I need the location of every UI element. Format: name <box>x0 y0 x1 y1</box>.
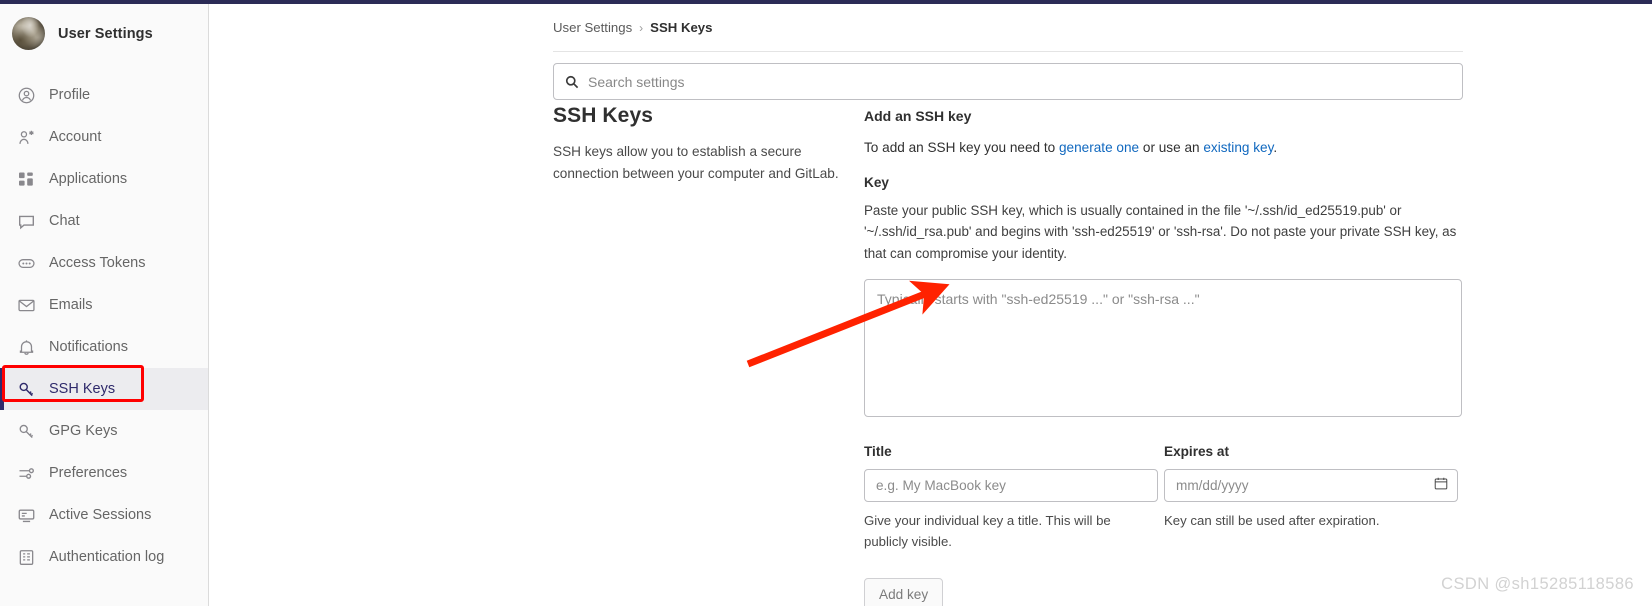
form-lead-suffix: . <box>1273 140 1278 155</box>
sidebar-item-label: Applications <box>49 171 128 187</box>
title-input[interactable] <box>864 469 1158 503</box>
ssh-keys-section-intro: SSH Keys SSH keys allow you to establish… <box>553 104 843 185</box>
breadcrumb-current: SSH Keys <box>650 20 713 35</box>
search-settings-field[interactable] <box>553 63 1463 100</box>
sidebar-nav-list: Profile Account Applications Chat Access… <box>0 74 208 578</box>
form-lead-text: To add an SSH key you need to generate o… <box>864 140 1464 155</box>
sidebar-item-access-tokens[interactable]: Access Tokens <box>0 242 208 284</box>
page-root: User Settings Profile Account Applicatio… <box>0 0 1652 606</box>
user-circle-icon <box>17 86 35 104</box>
sidebar-item-notifications[interactable]: Notifications <box>0 326 208 368</box>
form-heading: Add an SSH key <box>864 108 972 124</box>
breadcrumb-parent-link[interactable]: User Settings <box>553 20 632 35</box>
avatar <box>12 17 45 50</box>
sidebar-item-label: Account <box>49 129 102 145</box>
search-input[interactable] <box>579 64 1462 99</box>
sidebar-item-chat[interactable]: Chat <box>0 200 208 242</box>
title-field-hint: Give your individual key a title. This w… <box>864 513 1111 549</box>
title-field-label: Title <box>864 444 892 460</box>
key-field-help: Paste your public SSH key, which is usua… <box>864 203 1457 261</box>
header-divider <box>553 51 1463 52</box>
sidebar-item-account[interactable]: Account <box>0 116 208 158</box>
sidebar-item-preferences[interactable]: Preferences <box>0 452 208 494</box>
key-icon <box>17 380 35 398</box>
sliders-icon <box>17 464 35 482</box>
search-icon <box>565 75 579 89</box>
page-title: SSH Keys <box>553 104 654 127</box>
token-pill-icon <box>17 254 35 272</box>
sidebar-item-active-sessions[interactable]: Active Sessions <box>0 494 208 536</box>
chat-bubble-icon <box>17 212 35 230</box>
sidebar-item-label: SSH Keys <box>49 381 116 397</box>
main-content: User Settings › SSH Keys SSH Keys SSH ke… <box>210 4 1652 606</box>
expires-field-label: Expires at <box>1164 444 1229 460</box>
sidebar-item-label: Preferences <box>49 465 128 481</box>
sidebar-item-label: Active Sessions <box>49 507 152 523</box>
form-lead-middle: or use an <box>1139 140 1204 155</box>
sidebar-item-gpg-keys[interactable]: GPG Keys <box>0 410 208 452</box>
sidebar-item-applications[interactable]: Applications <box>0 158 208 200</box>
key-field-label: Key <box>864 175 889 190</box>
sidebar-item-ssh-keys[interactable]: SSH Keys <box>0 368 208 410</box>
sidebar-item-label: Chat <box>49 213 80 229</box>
expires-date-input[interactable] <box>1164 469 1458 503</box>
sidebar-item-label: Notifications <box>49 339 128 355</box>
expires-field-hint: Key can still be used after expiration. <box>1164 513 1380 529</box>
key-icon <box>17 422 35 440</box>
sidebar-item-label: Authentication log <box>49 549 165 565</box>
page-description: SSH keys allow you to establish a secure… <box>553 144 839 182</box>
log-list-icon <box>17 548 35 566</box>
sidebar-item-label: Emails <box>49 297 93 313</box>
csdn-watermark: CSDN @sh15285118586 <box>1441 575 1634 593</box>
settings-sidebar: User Settings Profile Account Applicatio… <box>0 4 209 606</box>
existing-key-link[interactable]: existing key <box>1203 140 1273 155</box>
expires-input-wrap <box>1164 469 1458 503</box>
form-lead-prefix: To add an SSH key you need to <box>864 140 1059 155</box>
sidebar-item-label: GPG Keys <box>49 423 118 439</box>
generate-one-link[interactable]: generate one <box>1059 140 1139 155</box>
sidebar-item-label: Access Tokens <box>49 255 146 271</box>
sidebar-item-emails[interactable]: Emails <box>0 284 208 326</box>
add-ssh-key-form: Add an SSH key To add an SSH key you nee… <box>864 108 1464 606</box>
sidebar-item-label: Profile <box>49 87 91 103</box>
breadcrumb: User Settings › SSH Keys <box>553 20 712 35</box>
title-field-group: Title Give your individual key a title. … <box>864 444 1159 552</box>
chevron-right-icon: › <box>639 20 644 35</box>
monitor-icon <box>17 506 35 524</box>
ssh-key-textarea[interactable] <box>864 279 1462 418</box>
sidebar-item-authentication-log[interactable]: Authentication log <box>0 536 208 578</box>
bell-icon <box>17 338 35 356</box>
expires-field-group: Expires at Key can still be used after e… <box>1164 444 1464 552</box>
sidebar-item-profile[interactable]: Profile <box>0 74 208 116</box>
account-key-icon <box>17 128 35 146</box>
add-key-button[interactable]: Add key <box>864 578 944 606</box>
sidebar-user-block[interactable]: User Settings <box>0 4 208 63</box>
sidebar-user-name: User Settings <box>58 25 153 42</box>
envelope-icon <box>17 296 35 314</box>
applications-grid-icon <box>17 170 35 188</box>
title-expires-row: Title Give your individual key a title. … <box>864 444 1464 552</box>
